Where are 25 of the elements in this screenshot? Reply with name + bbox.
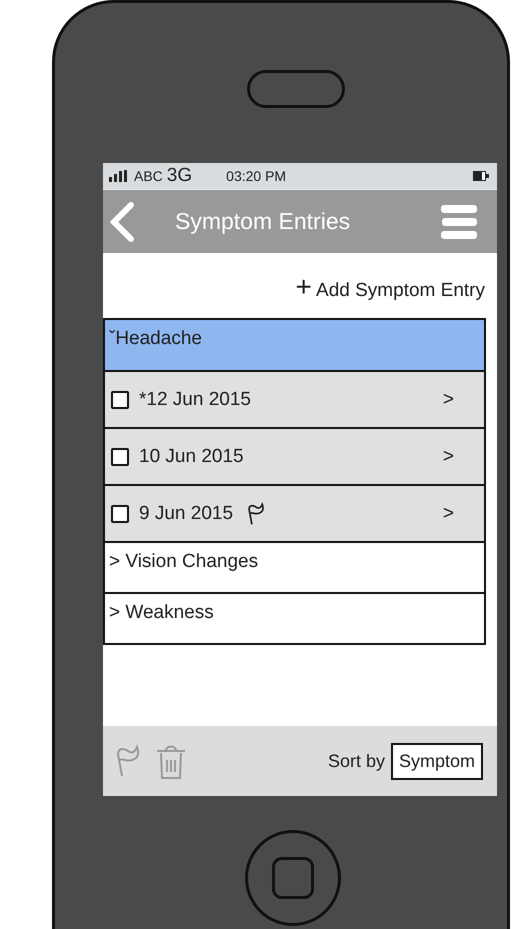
battery-icon — [473, 171, 489, 181]
entry-date: 10 Jun 2015 — [139, 446, 244, 468]
clock-time: 03:20 PM — [226, 168, 288, 184]
entry-row[interactable]: *12 Jun 2015 > — [103, 372, 486, 429]
entry-date: *12 Jun 2015 — [139, 388, 251, 410]
entry-row[interactable]: 9 Jun 2015 > — [103, 486, 486, 543]
chevron-icon[interactable]: > — [442, 446, 454, 468]
entry-date: 9 Jun 2015 — [139, 502, 234, 524]
symptom-row[interactable]: > Vision Changes — [103, 543, 486, 594]
symptom-row[interactable]: > Weakness — [103, 594, 486, 645]
checkbox[interactable] — [111, 504, 129, 522]
back-icon[interactable] — [109, 202, 135, 242]
carrier-name: ABC — [134, 168, 163, 184]
entry-row[interactable]: 10 Jun 2015 > — [103, 429, 486, 486]
symptom-row[interactable]: ˇHeadache — [103, 320, 486, 372]
signal-icon — [109, 170, 129, 182]
checkbox[interactable] — [111, 390, 129, 408]
screen-title: Symptom Entries — [175, 208, 352, 235]
chevron-icon[interactable]: > — [442, 388, 454, 410]
checkbox[interactable] — [111, 448, 129, 466]
chevron-icon[interactable]: > — [442, 502, 454, 524]
sort-dropdown[interactable]: Symptom — [390, 742, 483, 780]
sort-label: Sort by — [328, 750, 385, 772]
network-type: 3G — [166, 165, 192, 187]
home-button[interactable] — [245, 830, 341, 926]
